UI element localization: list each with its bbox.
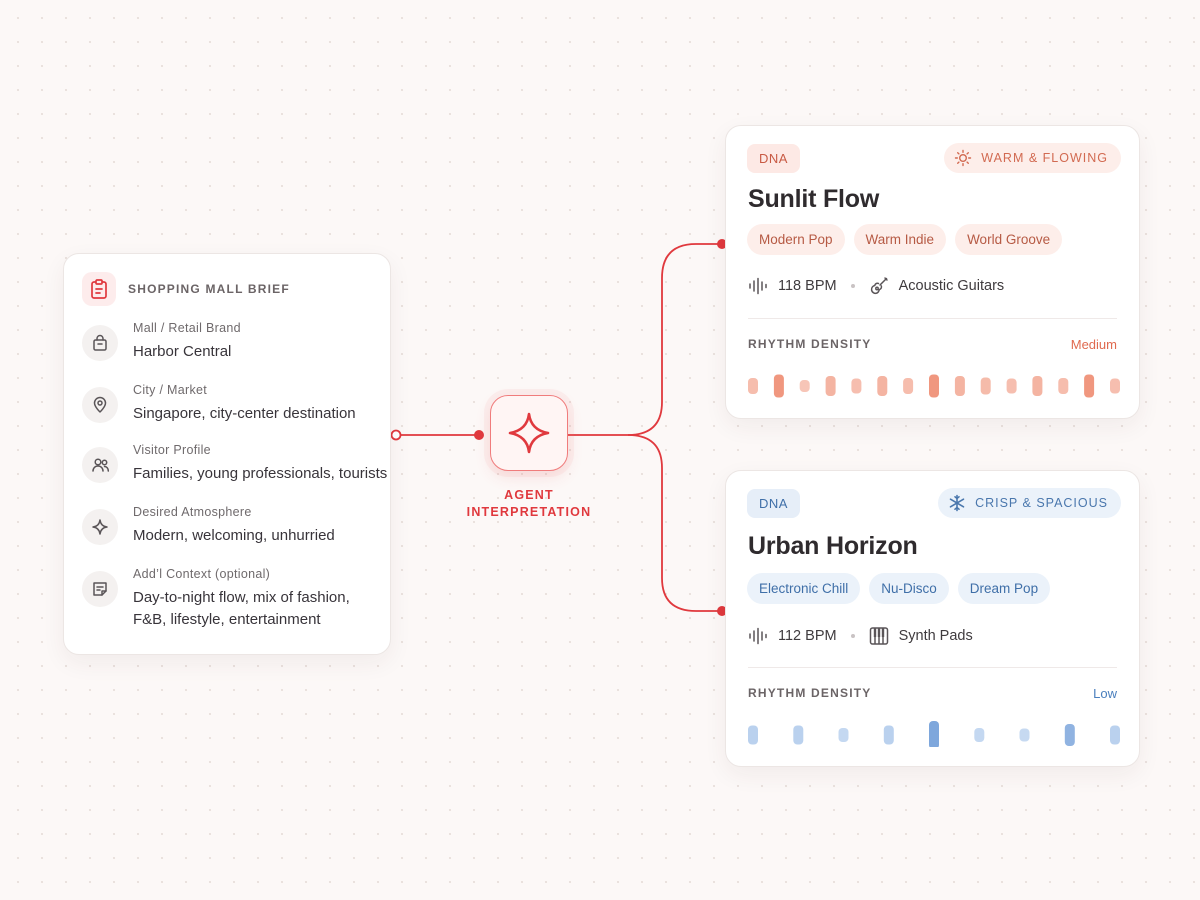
rhythm-bar [773,374,784,398]
clipboard-icon [82,272,116,306]
waveform-icon [748,627,768,645]
agent-to-sunlit-line [568,243,722,436]
sun-icon [954,149,972,167]
map-pin-icon [82,387,118,423]
rhythm-bar [1019,728,1030,742]
mood-chip: WARM & FLOWING [944,143,1121,173]
brief-port [390,429,402,441]
instrument-value: Synth Pads [898,628,973,644]
separator-dot [850,284,855,288]
agent-to-urban-line [627,434,722,612]
rhythm-bar [793,725,804,745]
rhythm-bar [1058,378,1069,394]
rhythm-bar [974,728,985,742]
rhythm-bar [1006,378,1017,394]
rhythm-density-label: RHYTHM DENSITY [748,686,872,700]
field-value: Harbor Central [133,343,232,360]
field-mall-brand[interactable]: Mall / Retail Brand Harbor Central [82,321,241,363]
rhythm-bar [929,721,939,747]
rhythm-bar [1064,724,1075,746]
divider [748,318,1117,319]
rhythm-density-label: RHYTHM DENSITY [748,337,872,351]
field-value: Singapore, city-center destination [133,405,356,422]
rhythm-bar [851,378,862,394]
sparkle-icon [82,509,118,545]
shopping-mall-brief-card: SHOPPING MALL BRIEF Mall / Retail Brand … [63,253,391,655]
agent-interpretation-node[interactable] [490,395,568,471]
waveform-icon [748,277,768,295]
brief-header: SHOPPING MALL BRIEF [82,272,290,306]
rhythm-bar [903,378,914,394]
genre-tag[interactable]: World Groove [955,224,1063,255]
mood-label: WARM & FLOWING [981,151,1108,165]
field-desired-atmosphere[interactable]: Desired Atmosphere Modern, welcoming, un… [82,505,335,547]
users-icon [82,447,118,483]
rhythm-bar [748,378,758,394]
mood-chip: CRISP & SPACIOUS [938,488,1121,518]
genre-tag[interactable]: Electronic Chill [747,573,861,604]
snowflake-icon [948,494,966,512]
dna-badge: DNA [747,144,800,173]
genre-tag[interactable]: Warm Indie [853,224,947,255]
separator-dot [850,634,855,638]
rhythm-bar [1110,725,1120,745]
field-label: Add’l Context (optional) [133,567,271,581]
dna-name: Urban Horizon [748,532,918,560]
field-label: Visitor Profile [133,443,211,457]
rhythm-bar [838,728,849,742]
dna-name: Sunlit Flow [748,185,880,213]
note-icon [82,571,118,607]
rhythm-bar [877,376,888,396]
dna-card-urban-horizon[interactable]: DNA CRISP & SPACIOUS Urban Horizon Elect… [725,470,1140,767]
tempo-instrument-row: 118 BPM Acoustic Guitars [748,276,1004,296]
rhythm-density-value: Medium [1070,337,1117,352]
rhythm-bar [825,376,836,396]
genre-tags: Electronic Chill Nu-Disco Dream Pop [747,573,1051,604]
genre-tag[interactable]: Dream Pop [957,573,1051,604]
mood-label: CRISP & SPACIOUS [975,496,1108,510]
field-city-market[interactable]: City / Market Singapore, city-center des… [82,383,356,425]
field-label: Desired Atmosphere [133,505,252,519]
instrument-value: Acoustic Guitars [898,278,1005,294]
rhythm-bar [954,376,965,396]
rhythm-density-bars [748,374,1120,398]
brief-title: SHOPPING MALL BRIEF [128,282,290,296]
rhythm-density-bars [748,721,1120,747]
rhythm-bar [799,380,810,392]
rhythm-bar [748,725,758,745]
field-visitor-profile[interactable]: Visitor Profile Families, young professi… [82,443,387,485]
field-value: Modern, welcoming, unhurried [133,527,335,544]
rhythm-bar [883,725,894,745]
diagram-canvas: SHOPPING MALL BRIEF Mall / Retail Brand … [0,0,1200,900]
bpm-value: 112 BPM [778,628,837,644]
agent-label: AGENT INTERPRETATION [466,488,592,519]
keyboard-icon [869,626,889,646]
rhythm-bar [929,374,939,398]
genre-tag[interactable]: Nu-Disco [869,573,949,604]
genre-tags: Modern Pop Warm Indie World Groove [747,224,1063,255]
rhythm-bar [980,377,991,395]
divider [748,667,1117,668]
dna-badge: DNA [747,489,800,518]
field-label: City / Market [133,383,208,397]
field-value: Day-to-night flow, mix of fashion, F&B, … [133,589,350,628]
tempo-instrument-row: 112 BPM Synth Pads [748,626,973,646]
genre-tag[interactable]: Modern Pop [747,224,845,255]
bpm-value: 118 BPM [778,278,837,294]
rhythm-bar [1084,374,1095,398]
guitar-icon [869,276,889,296]
field-additional-context[interactable]: Add’l Context (optional) Day-to-night fl… [82,567,373,631]
sparkle-icon [508,412,550,454]
rhythm-bar [1032,376,1043,396]
rhythm-bar [1110,378,1120,394]
dna-card-sunlit-flow[interactable]: DNA WARM & FLOWING Sunlit Flow Modern Po… [725,125,1140,419]
shopping-bag-icon [82,325,118,361]
rhythm-density-value: Low [1093,686,1117,701]
field-value: Families, young professionals, tourists [133,465,388,482]
field-label: Mall / Retail Brand [133,321,241,335]
agent-input-port [474,430,484,440]
